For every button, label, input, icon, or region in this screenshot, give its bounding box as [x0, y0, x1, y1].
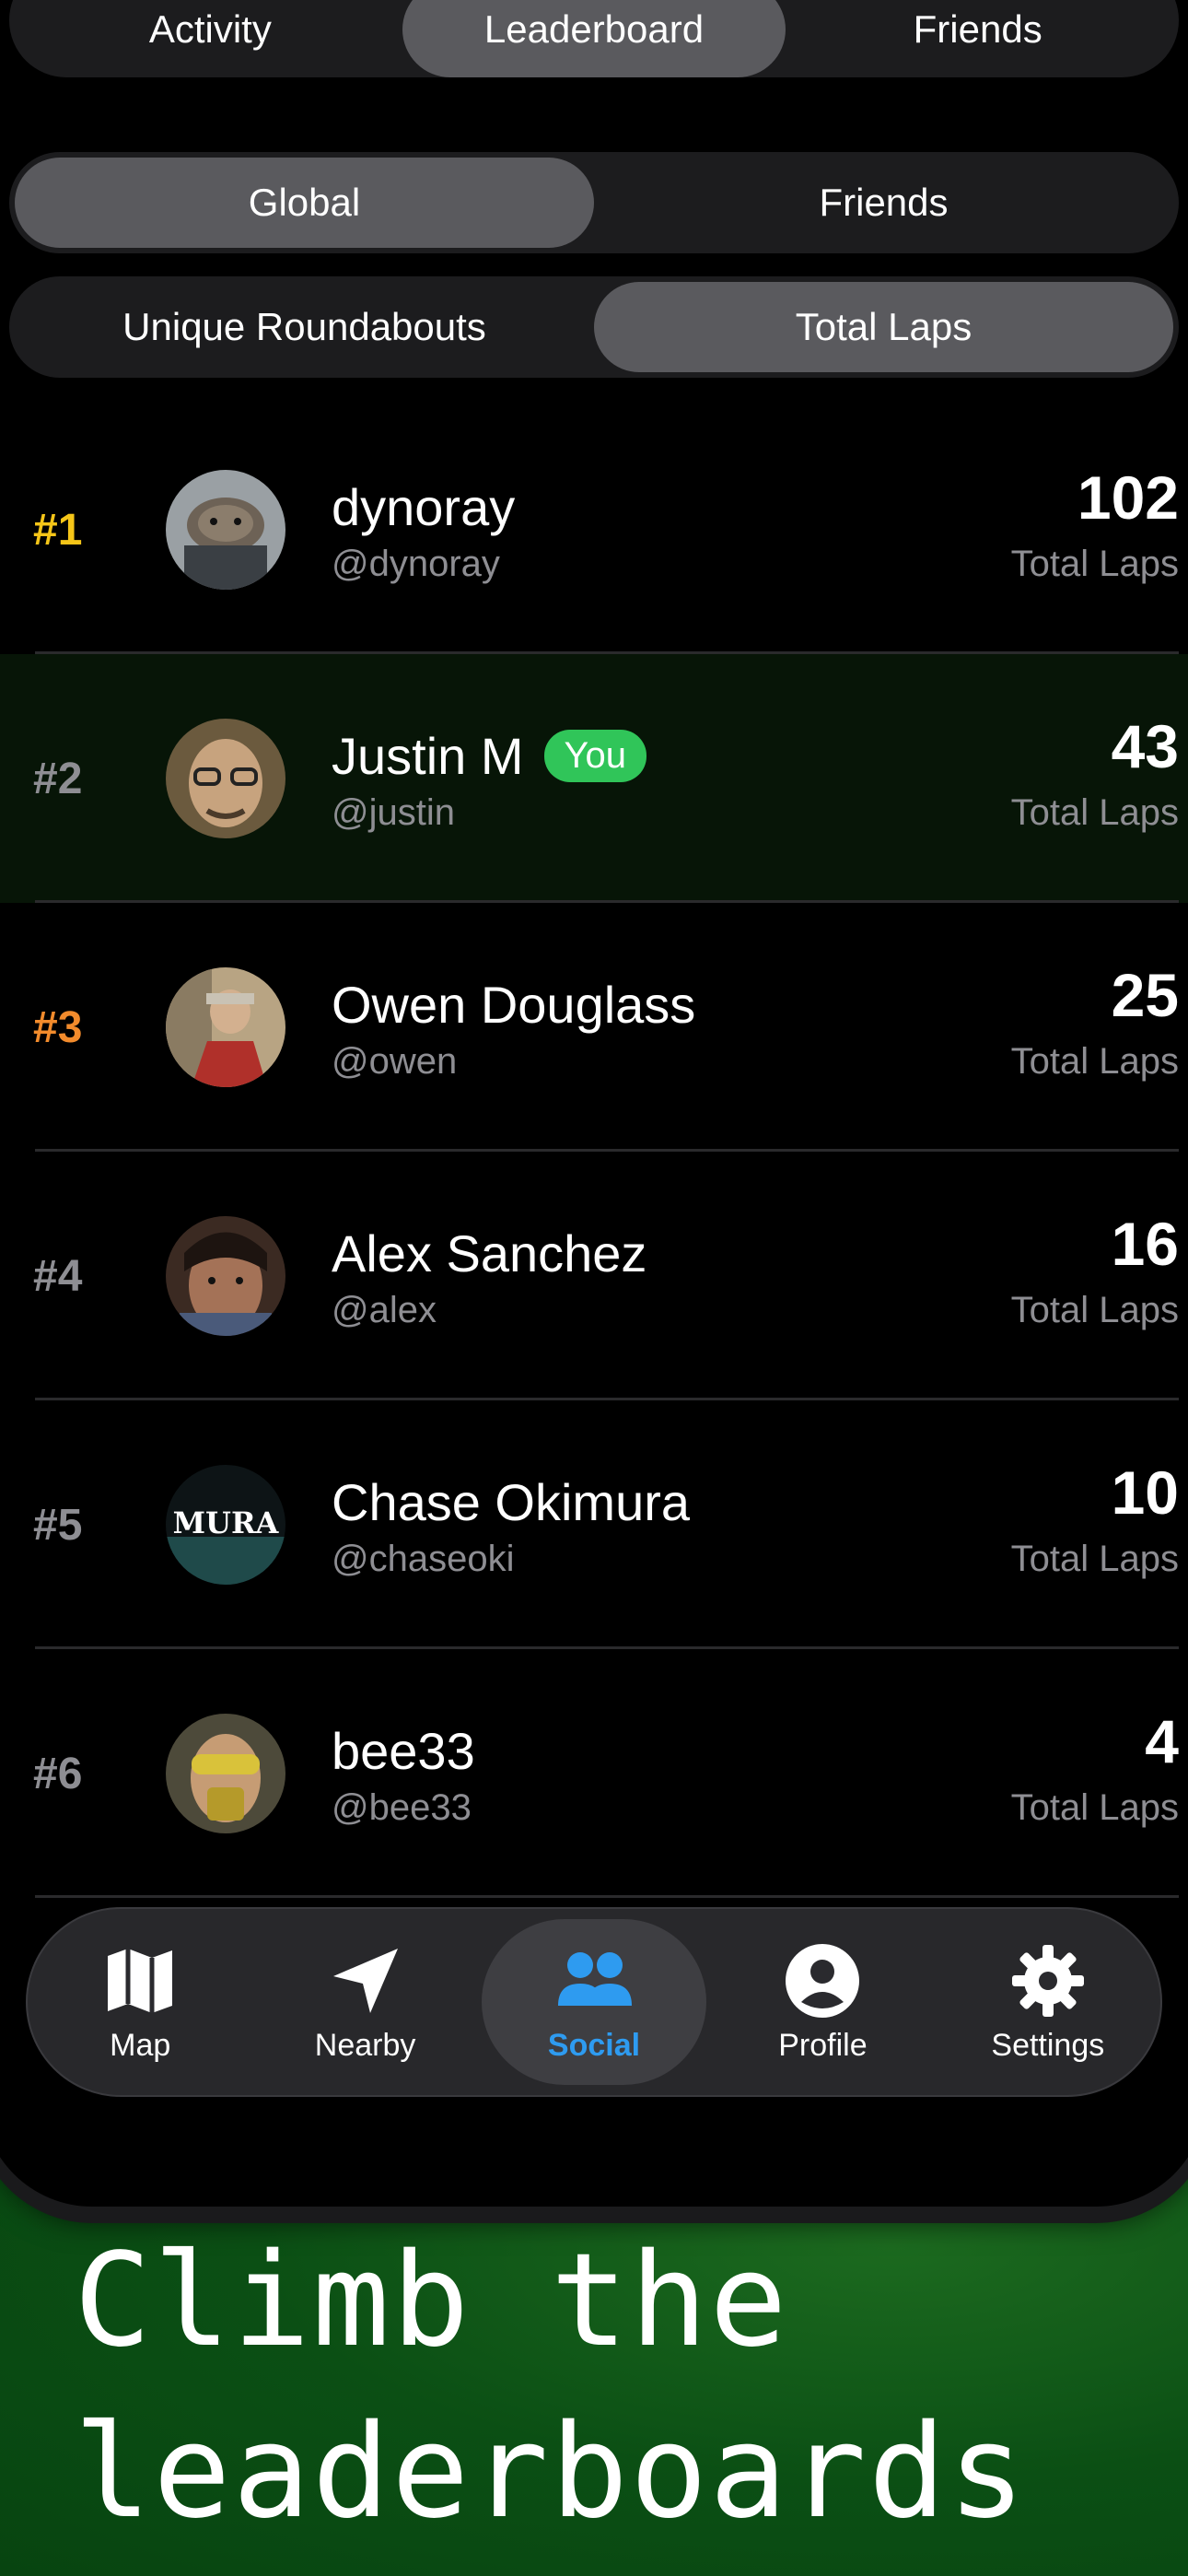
player-name: dynoray	[332, 477, 515, 537]
promo-headline-line-2: leaderboards	[74, 2397, 1028, 2547]
lap-unit: Total Laps	[1010, 1539, 1179, 1579]
leaderboard-row[interactable]: #3 Owen Douglass @owen 25 Total Laps	[0, 903, 1188, 1152]
lap-count: 4	[1145, 1707, 1179, 1775]
tabbar-map-label: Map	[110, 2027, 171, 2063]
player-name-text: bee33	[332, 1722, 475, 1780]
lap-count: 16	[1111, 1210, 1179, 1278]
leaderboard-list: #1 dynoray @dynoray 102 Total Laps #2 Ju…	[0, 405, 1188, 1898]
lap-unit: Total Laps	[1010, 1041, 1179, 1082]
leaderboard-row[interactable]: #6 bee33 @bee33 4 Total Laps	[0, 1649, 1188, 1898]
tabbar-social-label: Social	[547, 2027, 641, 2063]
top-tab-bar: Activity Leaderboard Friends	[9, 0, 1179, 77]
player-name: Owen Douglass	[332, 975, 695, 1035]
lap-unit: Total Laps	[1010, 1290, 1179, 1330]
metric-segmented-control: Unique Roundabouts Total Laps	[9, 276, 1179, 378]
player-name-text: dynoray	[332, 478, 516, 536]
player-name-text: Chase Okimura	[332, 1473, 691, 1531]
lap-count: 25	[1111, 961, 1179, 1029]
leaderboard-row[interactable]: #4 Alex Sanchez @alex 16 Total Laps	[0, 1152, 1188, 1400]
lap-unit: Total Laps	[1010, 792, 1179, 833]
tabbar-nearby[interactable]: Nearby	[252, 1919, 477, 2085]
leaderboard-row[interactable]: #1 dynoray @dynoray 102 Total Laps	[0, 405, 1188, 654]
metric-unique-roundabouts[interactable]: Unique Roundabouts	[15, 282, 594, 372]
metric-total-laps[interactable]: Total Laps	[594, 282, 1173, 372]
player-name: Chase Okimura	[332, 1472, 690, 1532]
avatar-band	[166, 1537, 285, 1585]
rank-label: #4	[33, 1251, 83, 1301]
lap-count: 102	[1077, 463, 1179, 532]
rank-label: #5	[33, 1500, 83, 1550]
avatar	[166, 470, 285, 590]
tab-activity[interactable]: Activity	[18, 0, 402, 77]
lap-unit: Total Laps	[1010, 544, 1179, 584]
player-name: Justin M You	[332, 726, 646, 786]
promo-headline: Climb the leaderboards	[74, 2216, 1027, 2558]
scope-friends[interactable]: Friends	[594, 158, 1173, 248]
app-screen: Activity Leaderboard Friends Global Frie…	[0, 0, 1188, 2193]
person-circle-icon	[786, 1943, 860, 2018]
avatar	[166, 1714, 285, 1833]
people-icon	[558, 1951, 633, 2006]
lap-count: 43	[1111, 712, 1179, 780]
leaderboard-row-current-user[interactable]: #2 Justin M You @justin 43 Total Laps	[0, 654, 1188, 903]
you-badge: You	[543, 730, 646, 782]
rank-label: #1	[33, 505, 83, 555]
tabbar-profile[interactable]: Profile	[710, 1919, 935, 2085]
player-name: bee33	[332, 1721, 475, 1781]
lap-count: 10	[1111, 1458, 1179, 1527]
player-handle: @chaseoki	[332, 1539, 515, 1579]
player-name-text: Justin M	[332, 727, 524, 785]
avatar	[166, 719, 285, 838]
tabbar-profile-label: Profile	[778, 2027, 868, 2063]
avatar	[166, 1216, 285, 1336]
tabbar-settings[interactable]: Settings	[936, 1919, 1160, 2085]
lap-unit: Total Laps	[1010, 1787, 1179, 1828]
avatar: MURA	[166, 1465, 285, 1585]
tab-leaderboard[interactable]: Leaderboard	[402, 0, 786, 77]
bottom-tab-bar: Map Nearby Social Profile Settings	[26, 1907, 1162, 2097]
rank-label: #6	[33, 1749, 83, 1798]
scope-global[interactable]: Global	[15, 158, 594, 248]
player-handle: @dynoray	[332, 544, 500, 584]
tabbar-nearby-label: Nearby	[314, 2027, 416, 2063]
player-handle: @alex	[332, 1290, 437, 1330]
player-handle: @justin	[332, 792, 455, 833]
phone-frame: Activity Leaderboard Friends Global Frie…	[0, 0, 1188, 2207]
scope-segmented-control: Global Friends	[9, 152, 1179, 253]
avatar	[166, 967, 285, 1087]
rank-label: #2	[33, 754, 83, 803]
map-icon	[108, 1948, 173, 2013]
player-name-text: Alex Sanchez	[332, 1224, 647, 1282]
tabbar-map[interactable]: Map	[28, 1919, 252, 2085]
avatar-logo-text: MURA	[172, 1505, 279, 1540]
player-name: Alex Sanchez	[332, 1224, 646, 1283]
tabbar-settings-label: Settings	[991, 2027, 1105, 2063]
leaderboard-row[interactable]: #5 MURA Chase Okimura @chaseoki 10 Total…	[0, 1400, 1188, 1649]
gear-icon	[1011, 1944, 1084, 2017]
player-name-text: Owen Douglass	[332, 976, 696, 1034]
row-divider	[35, 1895, 1179, 1898]
tabbar-social[interactable]: Social	[481, 1919, 707, 2085]
location-arrow-icon	[332, 1948, 398, 2013]
promo-headline-line-1: Climb the	[74, 2226, 789, 2376]
player-handle: @bee33	[332, 1787, 472, 1828]
tab-friends[interactable]: Friends	[786, 0, 1170, 77]
player-handle: @owen	[332, 1041, 458, 1082]
rank-label: #3	[33, 1002, 83, 1052]
